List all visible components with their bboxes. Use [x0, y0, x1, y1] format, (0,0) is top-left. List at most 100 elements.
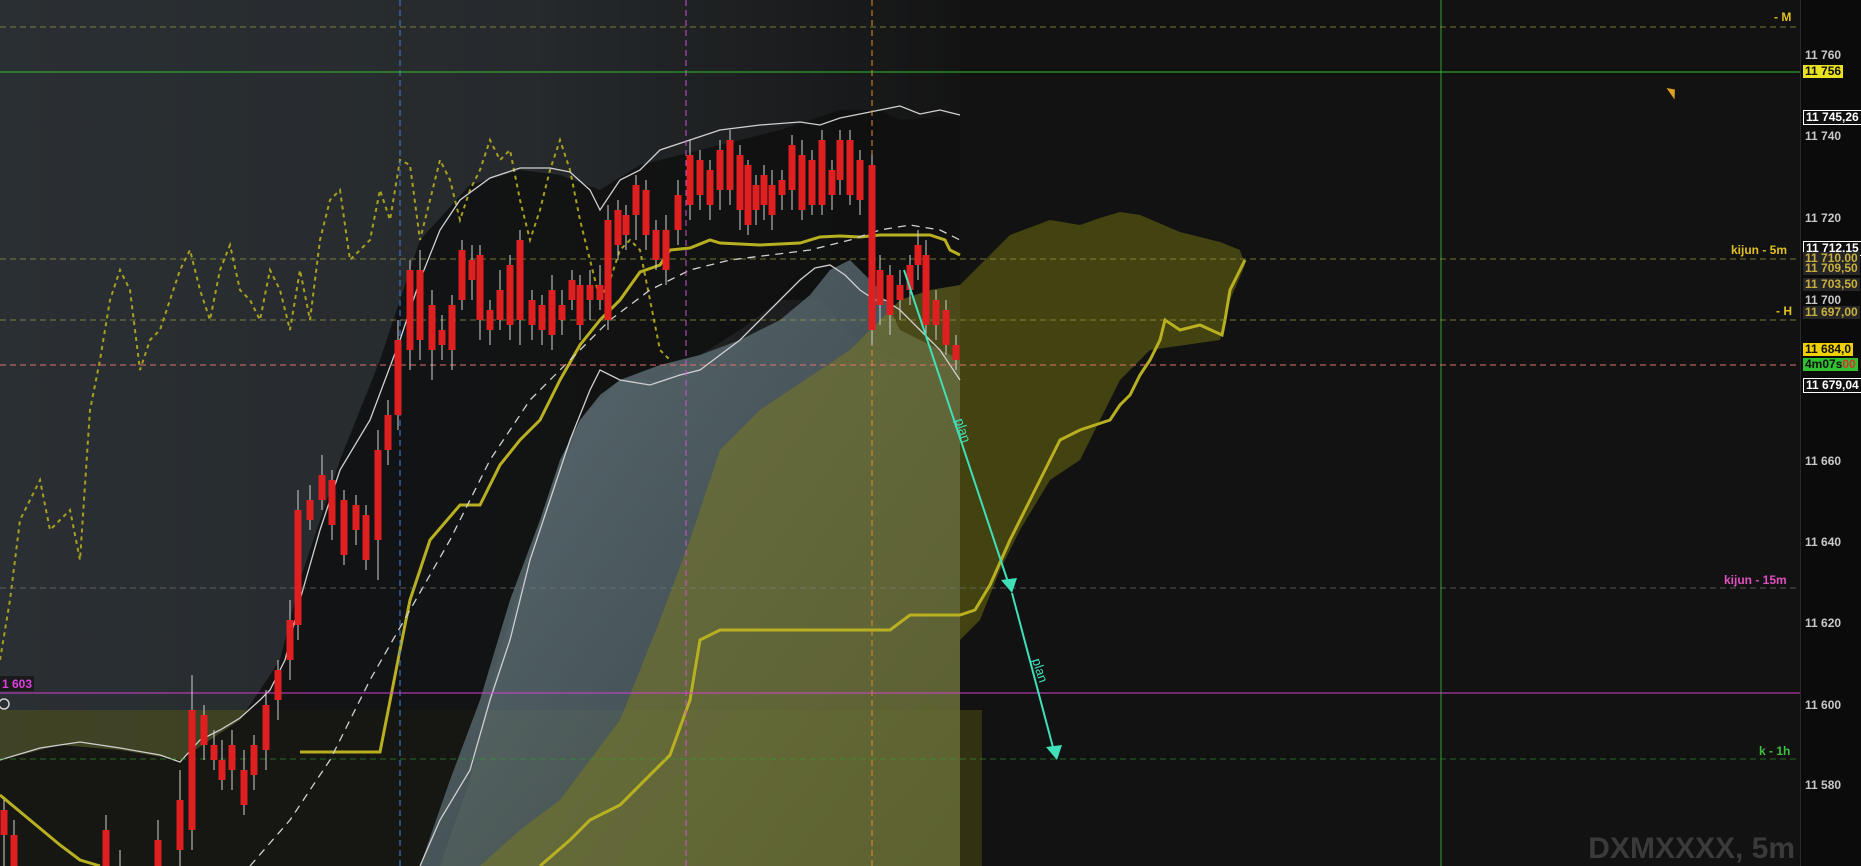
bear-candle — [836, 140, 844, 180]
bear-candle — [596, 285, 604, 300]
price-tag-11745: 11 745,26 — [1803, 110, 1861, 125]
bear-candle — [188, 710, 196, 830]
bear-candle — [922, 255, 930, 325]
tick-11640: 11 640 — [1805, 535, 1842, 549]
bear-candle — [876, 270, 884, 305]
level-label-kijun-15m: kijun - 15m — [1724, 573, 1787, 587]
bear-candle — [210, 745, 218, 760]
bear-candle — [328, 480, 336, 525]
bear-candle — [486, 310, 494, 330]
bear-candle — [942, 310, 950, 345]
bear-candle — [286, 620, 294, 660]
bear-candle — [476, 255, 484, 320]
bear-candle — [394, 340, 402, 415]
bear-candle — [438, 330, 446, 345]
bear-candle — [868, 165, 876, 330]
bear-candle — [352, 505, 360, 530]
price-tag-11703: 11 703,50 — [1803, 277, 1860, 291]
bear-candle — [228, 745, 236, 770]
bear-candle — [506, 265, 514, 325]
bear-candle — [662, 230, 670, 270]
bear-candle — [576, 285, 584, 325]
bear-candle — [744, 165, 752, 225]
bear-candle — [716, 150, 724, 190]
bear-candle — [362, 515, 370, 560]
bear-candle — [528, 300, 536, 325]
bear-candle — [798, 155, 806, 210]
bear-candle — [846, 140, 854, 195]
bear-candle — [10, 835, 18, 866]
bear-candle — [548, 290, 556, 335]
bear-candle — [384, 415, 392, 450]
bear-candle — [706, 170, 714, 205]
bear-candle — [558, 305, 566, 320]
tick-11720: 11 720 — [1805, 211, 1842, 225]
bear-candle — [604, 220, 612, 320]
chart-canvas[interactable]: plan plan 1 603 — [0, 0, 1800, 866]
price-tag-11756: 11 756 — [1803, 64, 1844, 78]
bear-candle — [736, 155, 744, 210]
level-label-k-1h: k - 1h — [1759, 744, 1791, 758]
bear-candle — [250, 745, 258, 775]
bear-candle — [632, 185, 640, 215]
bear-candle — [622, 215, 630, 235]
bear-candle — [448, 305, 456, 350]
left-price-tag: 1 603 — [2, 677, 32, 691]
bear-candle — [568, 280, 576, 300]
bear-candle — [856, 160, 864, 200]
price-tag-11684: 11 684,0 — [1803, 342, 1854, 356]
bear-candle — [652, 230, 660, 260]
bear-candle — [886, 275, 894, 315]
bear-candle — [586, 285, 594, 300]
price-tag-11697: 11 697,00 — [1803, 305, 1860, 319]
tick-11620: 11 620 — [1805, 616, 1842, 630]
level-label-kijun-5m: kijun - 5m — [1731, 243, 1788, 257]
price-axis[interactable]: 11 760 11 740 11 720 11 700 11 660 11 64… — [1800, 0, 1861, 866]
bear-candle — [760, 175, 768, 205]
level-label-h: - H — [1776, 304, 1792, 318]
bear-candle — [914, 245, 922, 265]
bear-candle — [294, 510, 302, 625]
tick-11580: 11 580 — [1805, 778, 1842, 792]
bear-candle — [406, 270, 414, 350]
bear-candle — [154, 840, 162, 866]
bear-candle — [274, 670, 282, 700]
bear-candle — [778, 180, 786, 195]
price-tag-11709: 11 709,50 — [1803, 261, 1860, 275]
level-label-m: - M — [1774, 10, 1792, 24]
bear-candle — [932, 300, 940, 325]
tick-11660: 11 660 — [1805, 454, 1842, 468]
bear-candle — [828, 170, 836, 195]
bear-candle — [318, 475, 326, 500]
bear-candle — [538, 305, 546, 330]
countdown-timer: 4m07s00 — [1803, 358, 1858, 371]
bear-candle — [516, 240, 524, 320]
bear-candle — [686, 155, 694, 205]
bear-candle — [788, 145, 796, 190]
bear-candle — [340, 500, 348, 555]
bear-candle — [200, 715, 208, 745]
trading-chart[interactable]: plan plan 1 603 - M kijun - 5m - H kijun… — [0, 0, 1861, 866]
bear-candle — [752, 185, 760, 210]
bear-candle — [176, 800, 184, 850]
bear-candle — [0, 810, 8, 835]
tick-11740: 11 740 — [1805, 129, 1842, 143]
countdown-suffix: 00 — [1842, 357, 1856, 371]
tick-11600: 11 600 — [1805, 698, 1842, 712]
bear-candle — [468, 260, 476, 280]
bear-candle — [768, 185, 776, 215]
bear-candle — [240, 770, 248, 805]
bear-candle — [614, 210, 622, 245]
bear-candle — [726, 140, 734, 190]
bear-candle — [818, 140, 826, 205]
bear-candle — [496, 290, 504, 320]
bear-candle — [952, 345, 960, 360]
tick-11760: 11 760 — [1805, 48, 1842, 62]
bear-candle — [306, 500, 314, 520]
bear-candle — [642, 190, 650, 235]
bear-candle — [416, 270, 424, 340]
bear-candle — [458, 250, 466, 300]
bear-candle — [896, 285, 904, 300]
bear-candle — [262, 705, 270, 750]
bear-candle — [374, 450, 382, 540]
